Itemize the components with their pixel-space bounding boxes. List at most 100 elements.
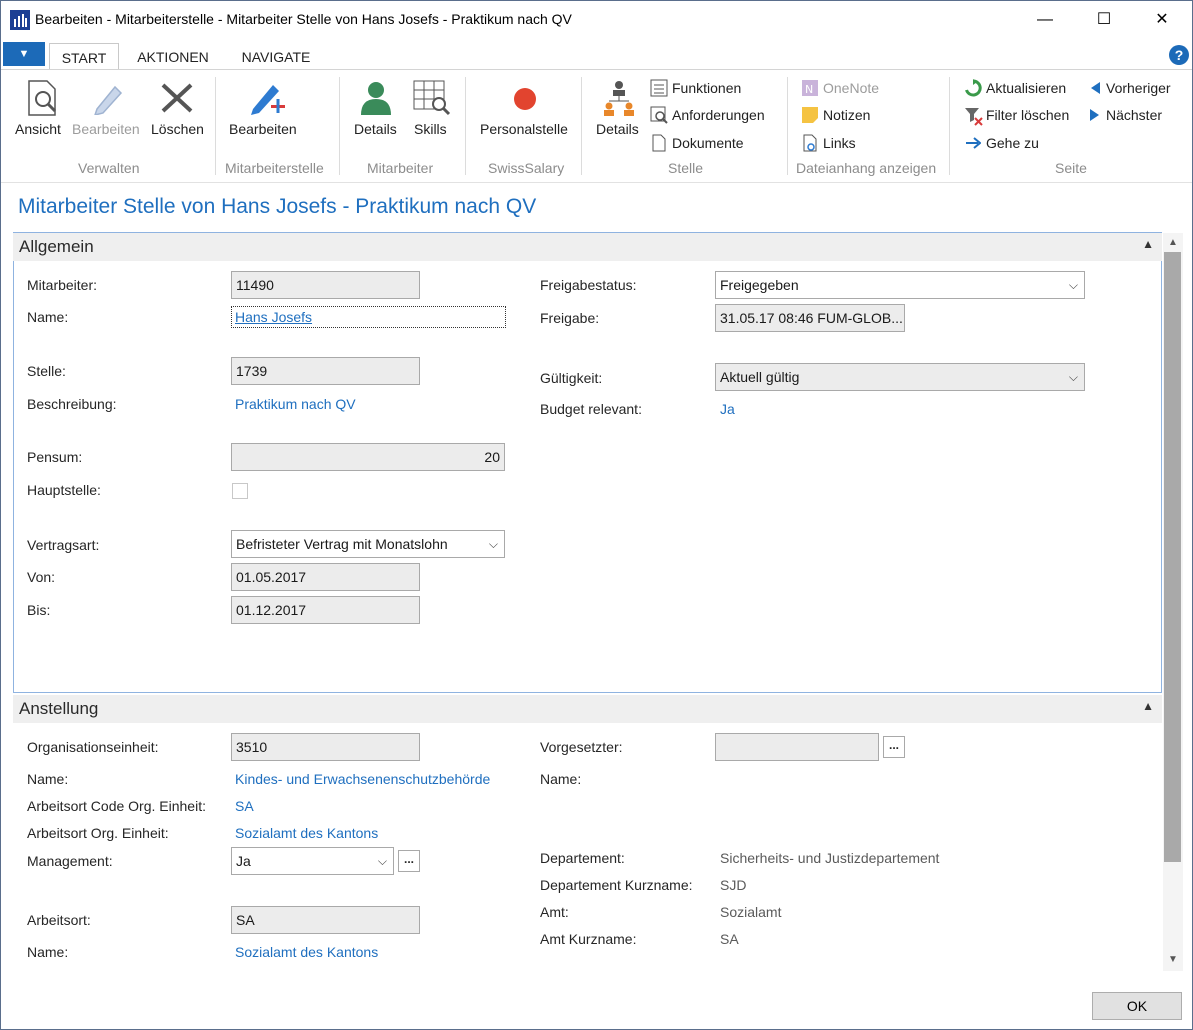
help-icon[interactable]: ? xyxy=(1169,45,1189,65)
mitarbeiter-field[interactable]: 11490 xyxy=(231,271,420,299)
filter-loeschen-button[interactable]: Filter löschen xyxy=(986,107,1069,123)
hauptstelle-checkbox[interactable] xyxy=(232,483,248,499)
amt-kurzname-label: Amt Kurzname: xyxy=(540,931,637,947)
bearbeiten-button-disabled: Bearbeiten xyxy=(72,121,140,137)
close-button[interactable]: ✕ xyxy=(1139,1,1185,39)
window: Bearbeiten - Mitarbeiterstelle - Mitarbe… xyxy=(0,0,1193,1030)
tab-aktionen[interactable]: AKTIONEN xyxy=(125,43,221,69)
management-value: Ja xyxy=(236,853,251,869)
name-link[interactable]: Hans Josefs xyxy=(235,309,312,325)
vertragsart-select[interactable]: Befristeter Vertrag mit Monatslohn ⌵ xyxy=(231,530,505,558)
ribbon-separator xyxy=(949,77,950,175)
document-icon xyxy=(652,134,666,152)
personalstelle-button[interactable]: Personalstelle xyxy=(480,121,568,137)
von-field[interactable]: 01.05.2017 xyxy=(231,563,420,591)
vorgesetzter-label: Vorgesetzter: xyxy=(540,739,623,755)
scrollbar-thumb[interactable] xyxy=(1164,252,1181,862)
budget-relevant-value[interactable]: Ja xyxy=(720,401,735,417)
tab-start[interactable]: START xyxy=(49,43,119,71)
org-chart-icon[interactable] xyxy=(601,79,637,117)
vorheriger-button[interactable]: Vorheriger xyxy=(1106,80,1171,96)
gehe-zu-button[interactable]: Gehe zu xyxy=(986,135,1039,151)
pensum-label: Pensum: xyxy=(27,449,83,465)
stelle-bearbeiten-button[interactable]: Bearbeiten xyxy=(229,121,297,137)
management-select[interactable]: Ja ⌵ xyxy=(231,847,394,875)
freigabestatus-select[interactable]: Freigegeben ⌵ xyxy=(715,271,1085,299)
freigabe-field[interactable]: 31.05.17 08:46 FUM-GLOB... xyxy=(715,304,905,332)
orgeinheit-name-value[interactable]: Kindes- und Erwachsenenschutzbehörde xyxy=(235,771,490,787)
management-label: Management: xyxy=(27,853,113,869)
beschreibung-label: Beschreibung: xyxy=(27,396,117,412)
departement-value: Sicherheits- und Justizdepartement xyxy=(720,850,940,866)
clear-filter-icon xyxy=(965,108,983,126)
section-anstellung-header[interactable]: Anstellung ▲ xyxy=(13,695,1162,723)
delete-icon[interactable] xyxy=(159,81,195,115)
stelle-details-button[interactable]: Details xyxy=(596,121,639,137)
person-icon[interactable] xyxy=(359,79,393,117)
skills-icon[interactable] xyxy=(413,80,451,116)
window-title: Bearbeiten - Mitarbeiterstelle - Mitarbe… xyxy=(35,11,572,27)
scroll-down-icon[interactable]: ▼ xyxy=(1163,951,1183,969)
section-title: Allgemein xyxy=(19,237,94,256)
record-dot-icon[interactable] xyxy=(513,87,537,111)
ansicht-button[interactable]: Ansicht xyxy=(15,121,61,137)
chevron-down-icon: ⌵ xyxy=(488,537,498,551)
amt-value: Sozialamt xyxy=(720,904,782,920)
pensum-field[interactable]: 20 xyxy=(231,443,505,471)
next-icon xyxy=(1090,109,1099,121)
amt-label: Amt: xyxy=(540,904,569,920)
collapse-icon[interactable]: ▲ xyxy=(1142,699,1154,713)
edit-list-icon[interactable] xyxy=(247,79,287,117)
skills-button[interactable]: Skills xyxy=(414,121,447,137)
beschreibung-value[interactable]: Praktikum nach QV xyxy=(235,396,356,412)
gueltigkeit-value: Aktuell gültig xyxy=(720,369,800,385)
allgemein-panel xyxy=(13,232,1162,693)
arbeitsort-code-label: Arbeitsort Code Org. Einheit: xyxy=(27,798,206,814)
previous-icon xyxy=(1091,82,1100,94)
tab-navigate[interactable]: NAVIGATE xyxy=(229,43,323,69)
section-allgemein-header[interactable]: Allgemein ▲ xyxy=(13,233,1162,261)
von-label: Von: xyxy=(27,569,56,585)
loeschen-button[interactable]: Löschen xyxy=(151,121,204,137)
vorgesetzter-field[interactable] xyxy=(715,733,879,761)
notes-icon xyxy=(802,107,818,123)
vorgesetzter-lookup-button[interactable]: ... xyxy=(883,736,905,758)
arbeitsort-org-value[interactable]: Sozialamt des Kantons xyxy=(235,825,378,841)
mitarbeiter-details-button[interactable]: Details xyxy=(354,121,397,137)
view-icon[interactable] xyxy=(25,79,61,117)
naechster-button[interactable]: Nächster xyxy=(1106,107,1162,123)
collapse-icon[interactable]: ▲ xyxy=(1142,237,1154,251)
onenote-icon: N xyxy=(802,80,818,96)
funktionen-button[interactable]: Funktionen xyxy=(672,80,741,96)
title-bar: Bearbeiten - Mitarbeiterstelle - Mitarbe… xyxy=(1,1,1192,39)
arbeitsort-org-label: Arbeitsort Org. Einheit: xyxy=(27,825,169,841)
bis-field[interactable]: 01.12.2017 xyxy=(231,596,420,624)
freigabestatus-value: Freigegeben xyxy=(720,277,799,293)
section-title: Anstellung xyxy=(19,699,99,718)
scroll-up-icon[interactable]: ▲ xyxy=(1163,234,1183,252)
ribbon-separator xyxy=(787,77,788,175)
minimize-button[interactable]: — xyxy=(1022,1,1068,39)
functions-list-icon xyxy=(650,79,668,97)
arbeitsort-field[interactable]: SA xyxy=(231,906,420,934)
gueltigkeit-select[interactable]: Aktuell gültig ⌵ xyxy=(715,363,1085,391)
group-mitarbeiterstelle: Mitarbeiterstelle xyxy=(225,160,324,176)
arbeitsort-label: Arbeitsort: xyxy=(27,912,91,928)
links-button[interactable]: Links xyxy=(823,135,856,151)
stelle-field[interactable]: 1739 xyxy=(231,357,420,385)
ribbon-separator xyxy=(581,77,582,175)
arbeitsort-code-value[interactable]: SA xyxy=(235,798,254,814)
budget-relevant-label: Budget relevant: xyxy=(540,401,642,417)
aktualisieren-button[interactable]: Aktualisieren xyxy=(986,80,1066,96)
ok-button[interactable]: OK xyxy=(1092,992,1182,1020)
maximize-button[interactable]: ☐ xyxy=(1081,1,1127,39)
arbeitsort-name-value[interactable]: Sozialamt des Kantons xyxy=(235,944,378,960)
freigabestatus-label: Freigabestatus: xyxy=(540,277,637,293)
anforderungen-button[interactable]: Anforderungen xyxy=(672,107,765,123)
links-icon xyxy=(803,134,817,152)
organisationseinheit-field[interactable]: 3510 xyxy=(231,733,420,761)
notizen-button[interactable]: Notizen xyxy=(823,107,870,123)
dokumente-button[interactable]: Dokumente xyxy=(672,135,744,151)
app-menu-button[interactable]: ▼ xyxy=(3,42,45,66)
management-lookup-button[interactable]: ... xyxy=(398,850,420,872)
